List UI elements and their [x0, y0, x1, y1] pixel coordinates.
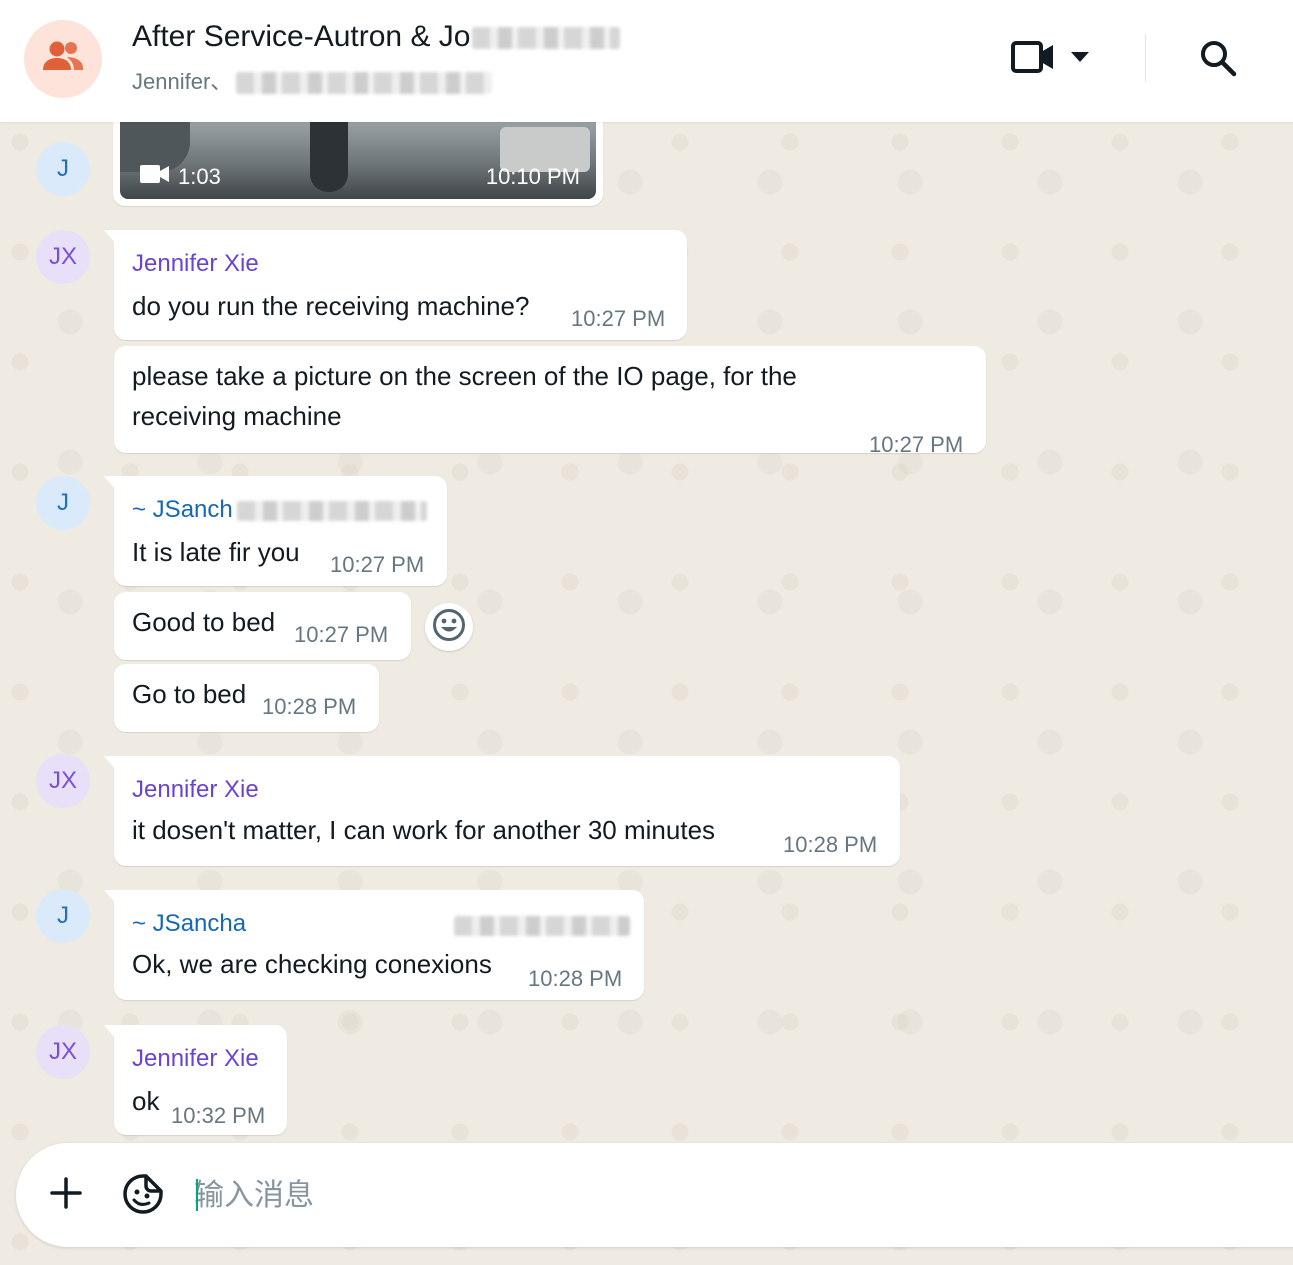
avatar-initials: J [57, 902, 69, 929]
message-text: It is late fir you [132, 537, 300, 567]
chat-header: After Service-Autron & Jo Jennifer、 [0, 0, 1293, 122]
sticker-icon [122, 1173, 164, 1220]
message-input[interactable] [194, 1171, 1194, 1219]
avatar-initials: J [57, 155, 69, 182]
text-caret [196, 1179, 198, 1211]
avatar[interactable]: J [36, 142, 90, 196]
message-text: do you run the receiving machine? [132, 291, 530, 321]
avatar-initials: J [57, 489, 69, 516]
video-duration-text: 1:03 [178, 164, 221, 189]
avatar[interactable]: JX [36, 230, 90, 284]
message-time: 10:27 PM [571, 306, 666, 331]
sender-name[interactable]: Jennifer Xie [132, 250, 259, 278]
react-button[interactable] [425, 603, 473, 651]
redacted-phone [454, 916, 630, 936]
avatar-initials: JX [48, 243, 77, 270]
message-text: receiving machine [132, 401, 342, 431]
search-icon [1198, 38, 1238, 83]
message-bubble[interactable]: Jennifer Xie it dosen't matter, I can wo… [104, 756, 900, 866]
redacted-text [472, 27, 621, 50]
video-camera-icon [1010, 39, 1056, 80]
avatar-initials: JX [48, 1038, 77, 1065]
message-time: 10:27 PM [294, 622, 389, 647]
sender-name-text: ~ JSanch [132, 496, 233, 523]
message-time: 10:32 PM [171, 1103, 266, 1128]
sender-name[interactable]: ~ JSancha [132, 910, 246, 938]
message-text: Go to bed [132, 679, 247, 709]
message-bubble[interactable]: Go to bed 10:28 PM [114, 664, 379, 732]
message-bubble[interactable]: Jennifer Xie ok 10:32 PM [104, 1025, 287, 1135]
message-time: 10:28 PM [528, 966, 623, 991]
message-bubble[interactable]: ~ JSanch It is late fir you 10:27 PM [104, 476, 447, 586]
message-text: please take a picture on the screen of t… [132, 361, 797, 391]
video-thumbnail[interactable]: 1:03 10:10 PM [120, 122, 596, 199]
avatar[interactable]: JX [36, 1025, 90, 1079]
message-bubble[interactable]: ~ JSancha Ok, we are checking conexions … [104, 890, 644, 1000]
message-bubble[interactable]: Good to bed 10:27 PM [114, 592, 411, 660]
message-time: 10:28 PM [262, 694, 357, 719]
avatar[interactable]: J [36, 476, 90, 530]
chat-app: After Service-Autron & Jo Jennifer、 J 1:… [0, 0, 1293, 1265]
video-call-button[interactable] [1010, 36, 1100, 82]
group-avatar[interactable] [24, 20, 102, 98]
message-text: ok [132, 1086, 160, 1116]
chat-participants: Jennifer、 [132, 64, 493, 96]
message-time: 10:28 PM [783, 832, 878, 857]
message-bubble[interactable]: please take a picture on the screen of t… [114, 346, 986, 457]
attach-button[interactable] [44, 1173, 88, 1217]
participants-text: Jennifer、 [132, 69, 233, 94]
video-message[interactable]: 1:03 10:10 PM [113, 122, 603, 206]
message-bubble[interactable]: Jennifer Xie do you run the receiving ma… [104, 230, 687, 340]
dropdown-arrow-icon[interactable] [1070, 50, 1090, 68]
group-icon [42, 40, 84, 79]
video-duration: 1:03 [140, 164, 221, 190]
message-time: 10:10 PM [485, 164, 580, 189]
chat-title[interactable]: After Service-Autron & Jo [132, 20, 621, 54]
message-text: it dosen't matter, I can work for anothe… [132, 815, 716, 845]
redacted-text [236, 500, 427, 521]
message-time: 10:27 PM [869, 432, 964, 457]
sender-name[interactable]: ~ JSanch [132, 496, 427, 524]
message-time: 10:27 PM [330, 552, 425, 577]
sender-name[interactable]: Jennifer Xie [132, 776, 259, 804]
search-button[interactable] [1194, 36, 1242, 84]
message-list[interactable]: J 1:03 10:10 PM JX Jennifer Xie do you r… [0, 122, 1293, 1265]
avatar[interactable]: JX [36, 754, 90, 808]
smiley-icon [432, 608, 466, 647]
plus-icon [50, 1176, 82, 1214]
message-text: Ok, we are checking conexions [132, 949, 492, 979]
avatar[interactable]: J [36, 889, 90, 943]
message-text: Good to bed [132, 607, 276, 637]
sender-name[interactable]: Jennifer Xie [132, 1045, 259, 1073]
redacted-participants [236, 72, 493, 95]
header-divider [1145, 34, 1146, 82]
avatar-initials: JX [48, 767, 77, 794]
message-composer [16, 1143, 1293, 1247]
sticker-button[interactable] [120, 1173, 166, 1219]
thumbnail-detail [310, 122, 348, 192]
video-icon [140, 164, 170, 190]
chat-title-text: After Service-Autron & Jo [132, 20, 471, 53]
